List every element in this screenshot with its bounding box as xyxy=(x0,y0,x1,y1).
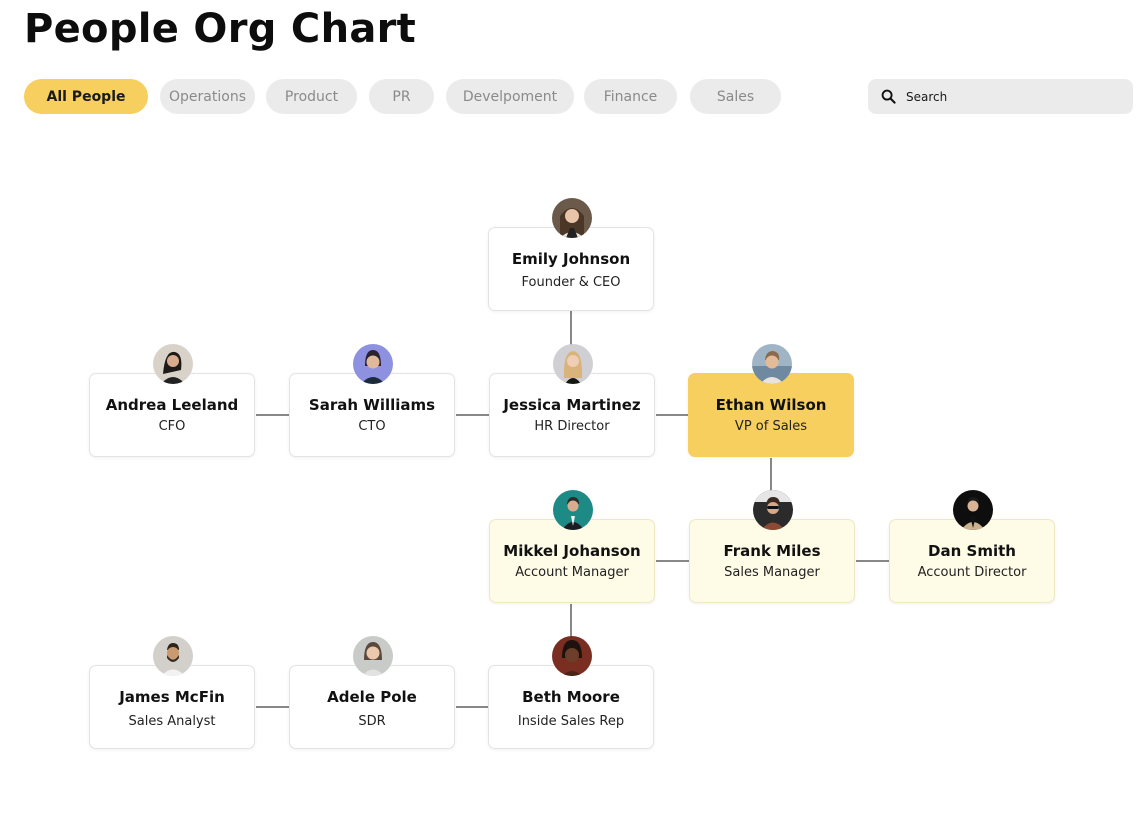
person-card-frank-miles[interactable]: Frank Miles Sales Manager xyxy=(689,519,855,603)
person-name: James McFin xyxy=(119,688,225,706)
person-role: Sales Analyst xyxy=(128,714,216,729)
person-role: Inside Sales Rep xyxy=(517,714,625,729)
avatar-ethan-wilson xyxy=(752,344,792,384)
avatar-emily-johnson xyxy=(552,198,592,238)
avatar-mikkel-johanson xyxy=(553,490,593,530)
person-name: Mikkel Johanson xyxy=(503,542,641,560)
person-role: Sales Manager xyxy=(724,565,820,580)
person-name: Beth Moore xyxy=(522,688,620,706)
person-role: SDR xyxy=(358,714,386,729)
person-name: Dan Smith xyxy=(928,542,1016,560)
person-name: Emily Johnson xyxy=(511,250,631,268)
person-card-beth-moore[interactable]: Beth Moore Inside Sales Rep xyxy=(488,665,654,749)
person-role: VP of Sales xyxy=(734,419,808,434)
person-name: Sarah Williams xyxy=(308,396,436,414)
avatar-dan-smith xyxy=(953,490,993,530)
person-card-ethan-wilson[interactable]: Ethan Wilson VP of Sales xyxy=(688,373,854,457)
person-name: Ethan Wilson xyxy=(715,396,827,414)
person-card-adele-pole[interactable]: Adele Pole SDR xyxy=(289,665,455,749)
person-name: Adele Pole xyxy=(327,688,417,706)
person-name: Frank Miles xyxy=(723,542,821,560)
person-card-mikkel-johanson[interactable]: Mikkel Johanson Account Manager xyxy=(489,519,655,603)
person-card-andrea-leeland[interactable]: Andrea Leeland CFO xyxy=(89,373,255,457)
avatar-frank-miles xyxy=(753,490,793,530)
person-role: Founder & CEO xyxy=(521,275,621,290)
person-name: Jessica Martinez xyxy=(503,396,641,414)
person-role: HR Director xyxy=(534,419,610,434)
person-card-james-mcfin[interactable]: James McFin Sales Analyst xyxy=(89,665,255,749)
person-card-sarah-williams[interactable]: Sarah Williams CTO xyxy=(289,373,455,457)
person-card-dan-smith[interactable]: Dan Smith Account Director xyxy=(889,519,1055,603)
person-role: Account Manager xyxy=(515,565,629,580)
person-card-jessica-martinez[interactable]: Jessica Martinez HR Director xyxy=(489,373,655,457)
avatar-andrea-leeland xyxy=(153,344,193,384)
person-name: Andrea Leeland xyxy=(105,396,239,414)
person-role: Account Director xyxy=(917,565,1027,580)
avatar-jessica-martinez xyxy=(553,344,593,384)
person-card-emily-johnson[interactable]: Emily Johnson Founder & CEO xyxy=(488,227,654,311)
avatar-james-mcfin xyxy=(153,636,193,676)
avatar-adele-pole xyxy=(353,636,393,676)
person-role: CTO xyxy=(358,419,386,434)
avatar-beth-moore xyxy=(552,636,592,676)
person-role: CFO xyxy=(158,419,186,434)
avatar-sarah-williams xyxy=(353,344,393,384)
